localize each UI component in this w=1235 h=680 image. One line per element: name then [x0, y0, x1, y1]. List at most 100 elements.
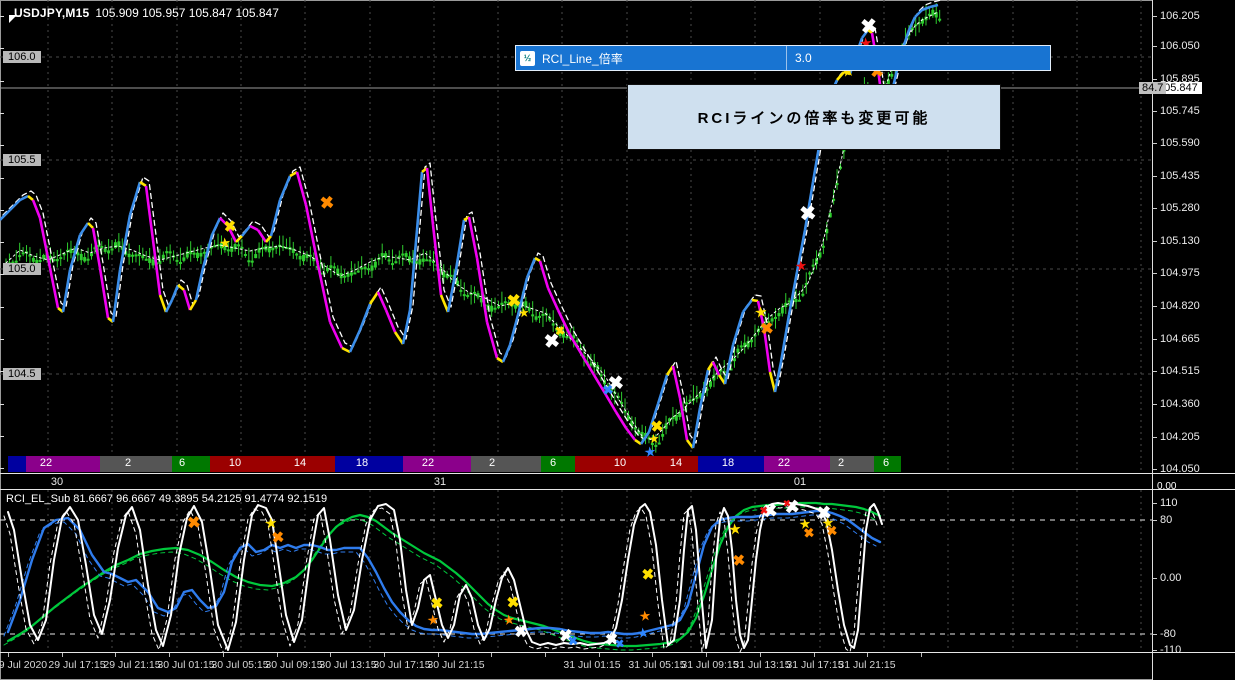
candle-body	[736, 349, 739, 353]
price-tick	[1152, 371, 1157, 372]
tooltip-param-cell: ½ RCI_Line_倍率	[516, 46, 787, 70]
time-label: 30 Jul 13:15	[319, 659, 376, 671]
candle-body	[148, 258, 151, 263]
sub-tick-label: 80	[1160, 514, 1172, 526]
wave-segment	[386, 310, 395, 332]
sub-tick-label: -110	[1160, 644, 1181, 656]
candle-body	[32, 258, 35, 262]
candle-body	[196, 253, 199, 258]
candle-body	[295, 254, 298, 256]
signal-star-marker: ★	[519, 308, 530, 320]
wave-segment	[178, 285, 184, 290]
hour-label: 6	[550, 457, 556, 469]
candle-body	[360, 268, 363, 270]
candle-body	[398, 256, 401, 258]
candle-body	[490, 306, 493, 312]
hour-label: 2	[125, 457, 131, 469]
indicator-tooltip: ½ RCI_Line_倍率 3.0	[515, 45, 1051, 71]
left-scale-tick	[0, 371, 4, 372]
hour-label: 22	[778, 457, 790, 469]
candle-body	[535, 316, 538, 319]
left-price-label: 105.5	[3, 154, 41, 166]
candle-body	[405, 253, 408, 257]
candle-body	[193, 253, 196, 255]
signal-x-marker: ✖	[641, 567, 655, 583]
candle-body	[182, 257, 185, 260]
candle-body	[463, 294, 466, 296]
signal-star-marker: ★	[644, 445, 656, 458]
candle-body	[87, 259, 90, 261]
time-label: 31 Jul 05:15	[628, 659, 685, 671]
sub-tick-label: 110	[1160, 497, 1178, 509]
candle-body	[343, 276, 346, 278]
candle-body	[381, 253, 384, 257]
signal-star-marker: ★	[427, 613, 439, 626]
overlapped-scale-label: 0.00	[1157, 481, 1176, 492]
signal-x-marker: ✖	[506, 595, 520, 611]
time-tick	[115, 653, 116, 657]
price-tick	[1152, 176, 1157, 177]
candle-body	[709, 381, 712, 386]
candle-body	[305, 254, 308, 258]
wave-segment	[410, 230, 417, 310]
price-tick-label: 105.280	[1160, 202, 1200, 214]
candle-body	[104, 249, 107, 252]
candle-body	[254, 254, 257, 258]
wave-segment	[510, 315, 518, 345]
rci-indicator-chart[interactable]	[0, 490, 1152, 652]
candle-body	[240, 247, 243, 249]
candle-body	[18, 255, 21, 257]
candle-body	[538, 316, 541, 318]
signal-x-marker: ✖	[732, 553, 746, 569]
candle-body	[56, 259, 59, 261]
candle-body	[138, 254, 141, 256]
wave-segment	[743, 300, 752, 312]
price-tick	[1152, 273, 1157, 274]
annotation-callout[interactable]: RCIラインの倍率も変更可能	[627, 84, 1001, 150]
candle-body	[145, 259, 148, 261]
signal-x-marker: ✖	[799, 203, 818, 225]
candle-body	[83, 257, 86, 261]
price-tick	[1152, 16, 1157, 17]
wave-segment	[130, 182, 140, 215]
candle-body	[237, 244, 240, 246]
signal-x-marker: ✖	[319, 194, 335, 212]
hour-segment	[100, 456, 172, 472]
wave-segment	[725, 345, 733, 384]
candle-body	[90, 253, 93, 256]
left-scale-tick	[0, 81, 4, 82]
candle-body	[473, 292, 476, 294]
hour-label: 18	[356, 457, 368, 469]
rci-white-line	[8, 503, 882, 650]
candle-body	[169, 251, 172, 253]
wave-segment	[616, 412, 626, 428]
hour-segment	[403, 456, 471, 472]
time-tick	[8, 653, 9, 657]
signal-x-marker: ✖	[615, 639, 625, 651]
candle-body	[689, 400, 692, 402]
candle-body	[374, 262, 377, 268]
symbol-period-label: USDJPY,M15	[14, 6, 89, 20]
indicator-page-icon: ½	[520, 51, 535, 66]
price-tick-label: 104.975	[1160, 267, 1200, 279]
candle-body	[798, 300, 801, 302]
sub-plot-bottom-border	[0, 652, 1235, 653]
candle-body	[203, 252, 206, 254]
time-tick	[277, 653, 278, 657]
time-tick	[169, 653, 170, 657]
price-tick-label: 104.820	[1160, 300, 1200, 312]
wave-segment	[153, 240, 160, 295]
candle-body	[357, 271, 360, 273]
wave-segment	[280, 176, 290, 200]
left-scale-tick	[0, 468, 4, 469]
time-label: 31 Jul 09:15	[681, 659, 738, 671]
candle-body	[350, 272, 353, 275]
wave-segment	[50, 268, 58, 308]
candle-body	[199, 253, 202, 257]
wave-segment	[930, 5, 938, 7]
candle-body	[695, 397, 698, 399]
candle-body	[22, 252, 25, 254]
candle-body	[429, 260, 432, 262]
signal-star-marker: ★	[729, 522, 742, 536]
wave-segment	[10, 200, 20, 210]
